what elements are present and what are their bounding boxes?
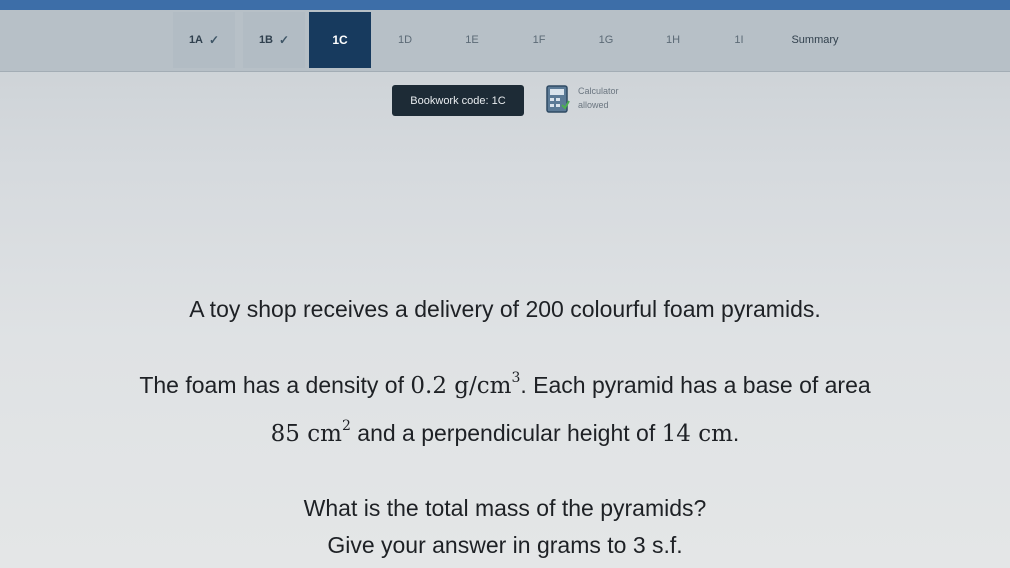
calculator-allowed-note: Calculator allowed (578, 84, 658, 112)
calculator-line2: allowed (578, 100, 609, 110)
density-value: 0.2 (410, 373, 447, 399)
height-expression: 14 cm (662, 421, 733, 447)
tab-label: 1F (532, 34, 546, 46)
question-line-1: A toy shop receives a delivery of 200 co… (189, 296, 821, 322)
tab-1e[interactable]: 1E (441, 12, 503, 68)
height-unit: cm (698, 421, 733, 447)
height-prefix: and a perpendicular height of (350, 420, 662, 446)
tab-1a[interactable]: 1A ✓ (173, 12, 235, 68)
tab-label: 1B (258, 34, 273, 46)
checkmark-icon: ✓ (209, 33, 220, 47)
top-bar (0, 0, 1010, 10)
tab-1d[interactable]: 1D (374, 12, 436, 68)
section-tabs: 1A ✓ 1B ✓ 1C 1D 1E 1F 1G 1H 1I Summary (0, 10, 1010, 72)
bookwork-code-badge: Bookwork code: 1C (392, 85, 524, 116)
question-line-2: The foam has a density of 0.2 g/cm3. Eac… (0, 370, 1010, 399)
tab-1b[interactable]: 1B ✓ (243, 12, 305, 68)
tab-label: 1H (665, 34, 681, 46)
question-line-4: What is the total mass of the pyramids? (303, 495, 707, 521)
bookwork-code-label: Bookwork code: 1C (410, 94, 506, 107)
question-line-3: 85 cm2 and a perpendicular height of 14 … (0, 418, 1010, 447)
tab-label: 1D (397, 34, 413, 46)
calculator-line1: Calculator (578, 86, 619, 96)
checkmark-icon: ✓ (279, 33, 290, 47)
tab-label: Summary (791, 34, 839, 46)
tab-summary[interactable]: Summary (770, 12, 860, 68)
density-unit: g/cm (454, 373, 512, 399)
density-expression: 0.2 g/cm3 (410, 370, 521, 399)
tab-1f[interactable]: 1F (508, 12, 570, 68)
tab-label: 1E (465, 34, 479, 46)
tab-label: 1A (188, 34, 203, 46)
height-value: 14 (661, 421, 691, 447)
area-expression: 85 cm2 (270, 418, 351, 447)
tab-1g[interactable]: 1G (575, 12, 637, 68)
question-line-5: Give your answer in grams to 3 s.f. (327, 532, 683, 558)
tab-1h[interactable]: 1H (642, 12, 704, 68)
area-exponent: 2 (341, 418, 351, 435)
tab-1c[interactable]: 1C (309, 12, 371, 68)
height-suffix: . (732, 420, 740, 446)
density-exponent: 3 (511, 370, 521, 387)
density-suffix: . Each pyramid has a base of area (520, 372, 871, 398)
tab-label: 1G (598, 34, 614, 46)
tab-label: 1I (734, 34, 744, 46)
calculator-icon (546, 85, 570, 113)
tab-label: 1C (332, 33, 348, 47)
area-value: 85 (270, 421, 300, 447)
tab-1i[interactable]: 1I (708, 12, 770, 68)
density-prefix: The foam has a density of (139, 372, 411, 398)
area-unit: cm (307, 421, 342, 447)
